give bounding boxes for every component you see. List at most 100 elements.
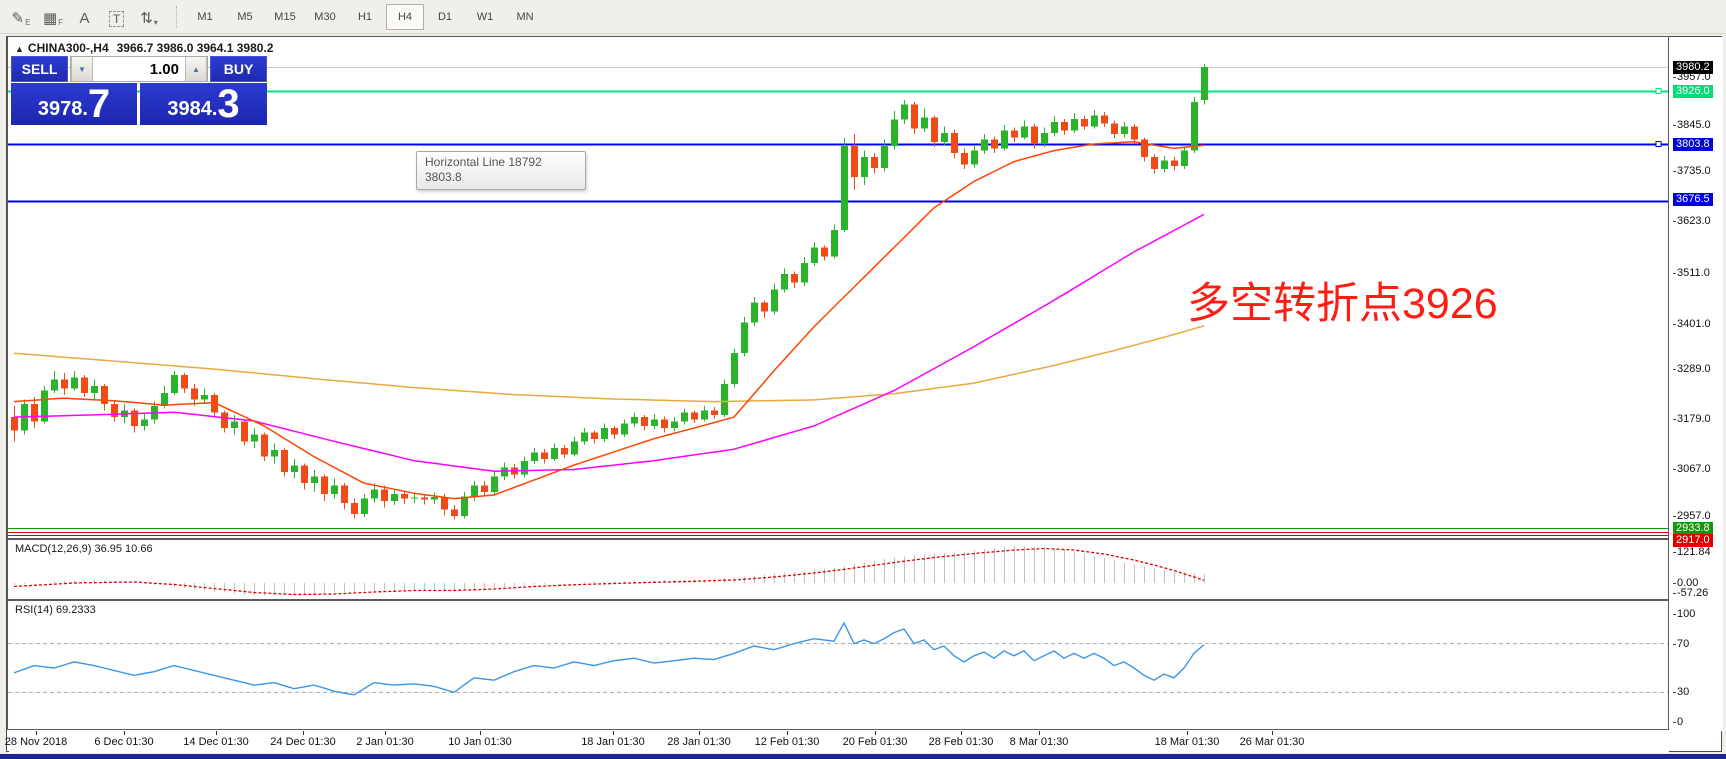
time-label: 24 Dec 01:30 — [270, 736, 335, 748]
time-tick — [699, 731, 700, 735]
price-tick-121.84: 121.84 — [1677, 546, 1711, 559]
tooltip-line1: Horizontal Line 18792 — [425, 155, 577, 170]
time-label: 26 Mar 01:30 — [1240, 736, 1305, 748]
chart-title: ▲ CHINA300-,H4 3966.7 3986.0 3964.1 3980.2 — [15, 41, 273, 55]
timeframe-button-m1[interactable]: M1 — [186, 4, 224, 30]
one-click-trade-panel: SELL ▼ 1.00 ▲ BUY 3978.7 3984.3 — [11, 56, 267, 125]
time-label: 6 Dec 01:30 — [94, 736, 153, 748]
time-tick — [613, 731, 614, 735]
text-box-tool-icon[interactable]: T — [102, 4, 132, 30]
price-axis[interactable]: 3980.23957.03926.03845.03803.83735.03676… — [1671, 37, 1723, 731]
symbol-period-label: CHINA300-,H4 — [28, 41, 109, 55]
price-tick-3511.0: 3511.0 — [1677, 267, 1710, 280]
volume-input[interactable]: 1.00 — [93, 57, 185, 81]
buy-price-display[interactable]: 3984.3 — [140, 83, 267, 125]
price-tick-3289.0: 3289.0 — [1677, 363, 1711, 376]
price-tick-3401.0: 3401.0 — [1677, 318, 1711, 331]
up-arrow-icon: ▲ — [192, 65, 200, 74]
time-tick — [875, 731, 876, 735]
price-tick-3623.0: 3623.0 — [1677, 215, 1711, 228]
time-tick — [303, 731, 304, 735]
time-label: 10 Jan 01:30 — [448, 736, 512, 748]
volume-decrease-button[interactable]: ▼ — [71, 57, 93, 81]
window-bottom-edge — [0, 754, 1726, 759]
macd-signal-line — [14, 549, 1204, 595]
chart-annotation-text: 多空转折点3926 — [1187, 269, 1498, 331]
macd-label: MACD(12,26,9) 36.95 10.66 — [15, 543, 153, 555]
time-tick — [787, 731, 788, 735]
time-tick — [961, 731, 962, 735]
toolbar-separator — [176, 6, 178, 28]
text-label-tool-icon[interactable]: A — [70, 4, 100, 30]
time-label: 8 Mar 01:30 — [1010, 736, 1069, 748]
price-tick-30: 30 — [1677, 686, 1689, 699]
time-tick — [1187, 731, 1188, 735]
time-tick — [36, 731, 37, 735]
time-label: 28 Jan 01:30 — [667, 736, 731, 748]
toolbar: ✎E▦FAT⇅▾ M1M5M15M30H1H4D1W1MN — [0, 0, 1726, 34]
timeframe-button-h1[interactable]: H1 — [346, 4, 384, 30]
timeframe-button-m5[interactable]: M5 — [226, 4, 264, 30]
timeframe-button-group: M1M5M15M30H1H4D1W1MN — [186, 4, 546, 30]
macd-pane[interactable] — [7, 539, 1669, 600]
price-tick-3926.0: 3926.0 — [1673, 85, 1713, 98]
buy-price-frac: 3 — [217, 83, 239, 125]
price-tick-0: 0 — [1677, 716, 1683, 729]
buy-button[interactable]: BUY — [210, 56, 267, 82]
rsi-chart[interactable] — [8, 601, 1668, 729]
price-tick-3676.5: 3676.5 — [1673, 193, 1713, 206]
time-label: 28 Feb 01:30 — [929, 736, 994, 748]
sell-price-frac: 7 — [88, 83, 110, 125]
timeframe-button-w1[interactable]: W1 — [466, 4, 504, 30]
macd-histogram-layer — [15, 546, 1205, 596]
tooltip-line2: 3803.8 — [425, 170, 577, 185]
time-tick — [1272, 731, 1273, 735]
ohlc-values: 3966.7 3986.0 3964.1 3980.2 — [117, 41, 274, 55]
time-tick — [216, 731, 217, 735]
price-tick-3067.0: 3067.0 — [1677, 463, 1711, 476]
time-axis[interactable]: 28 Nov 20186 Dec 01:3014 Dec 01:3024 Dec… — [9, 731, 1669, 753]
moving-averages-layer — [14, 142, 1204, 499]
time-tick — [385, 731, 386, 735]
timeframe-button-m15[interactable]: M15 — [266, 4, 304, 30]
chart-window: ▲ CHINA300-,H4 3966.7 3986.0 3964.1 3980.2… — [6, 36, 1722, 752]
candles-layer — [11, 64, 1208, 519]
price-tick-3735.0: 3735.0 — [1677, 165, 1711, 178]
down-arrow-icon: ▼ — [78, 65, 86, 74]
time-label: 12 Feb 01:30 — [755, 736, 820, 748]
time-label: 20 Feb 01:30 — [843, 736, 908, 748]
time-label: 18 Jan 01:30 — [581, 736, 645, 748]
time-label: 28 Nov 2018 — [5, 736, 67, 748]
timeframe-button-d1[interactable]: D1 — [426, 4, 464, 30]
timeframe-button-mn[interactable]: MN — [506, 4, 544, 30]
rsi-label: RSI(14) 69.2333 — [15, 604, 96, 616]
buy-price-int: 3984. — [167, 98, 217, 125]
drawing-tool-group: ✎E▦FAT⇅▾ — [6, 4, 166, 30]
timeframe-button-m30[interactable]: M30 — [306, 4, 344, 30]
timeframe-button-h4[interactable]: H4 — [386, 4, 424, 30]
arrange-objects-tool-icon[interactable]: ⇅▾ — [134, 4, 164, 30]
price-tick--57.26: -57.26 — [1677, 587, 1708, 600]
price-tick-3845.0: 3845.0 — [1677, 119, 1711, 132]
price-tick-100: 100 — [1677, 608, 1695, 621]
sell-price-display[interactable]: 3978.7 — [11, 83, 137, 125]
macd-chart[interactable] — [8, 540, 1668, 599]
time-label: 14 Dec 01:30 — [183, 736, 248, 748]
sell-button[interactable]: SELL — [11, 56, 68, 82]
price-tick-3957.0: 3957.0 — [1677, 71, 1711, 84]
time-tick — [124, 731, 125, 735]
draw-indicator-tool-icon[interactable]: ✎E — [6, 4, 36, 30]
time-tick — [480, 731, 481, 735]
sell-price-int: 3978. — [38, 98, 88, 125]
collapse-triangle-icon[interactable]: ▲ — [15, 44, 24, 54]
volume-increase-button[interactable]: ▲ — [185, 57, 207, 81]
object-tooltip: Horizontal Line 18792 3803.8 — [416, 151, 586, 190]
rsi-pane[interactable] — [7, 600, 1669, 730]
volume-spinner: ▼ 1.00 ▲ — [70, 56, 208, 82]
time-label: 18 Mar 01:30 — [1155, 736, 1220, 748]
rsi-line — [14, 623, 1204, 695]
price-tick-3803.8: 3803.8 — [1673, 138, 1713, 151]
time-tick — [1039, 731, 1040, 735]
grid-tool-icon[interactable]: ▦F — [38, 4, 68, 30]
time-label: 2 Jan 01:30 — [356, 736, 414, 748]
